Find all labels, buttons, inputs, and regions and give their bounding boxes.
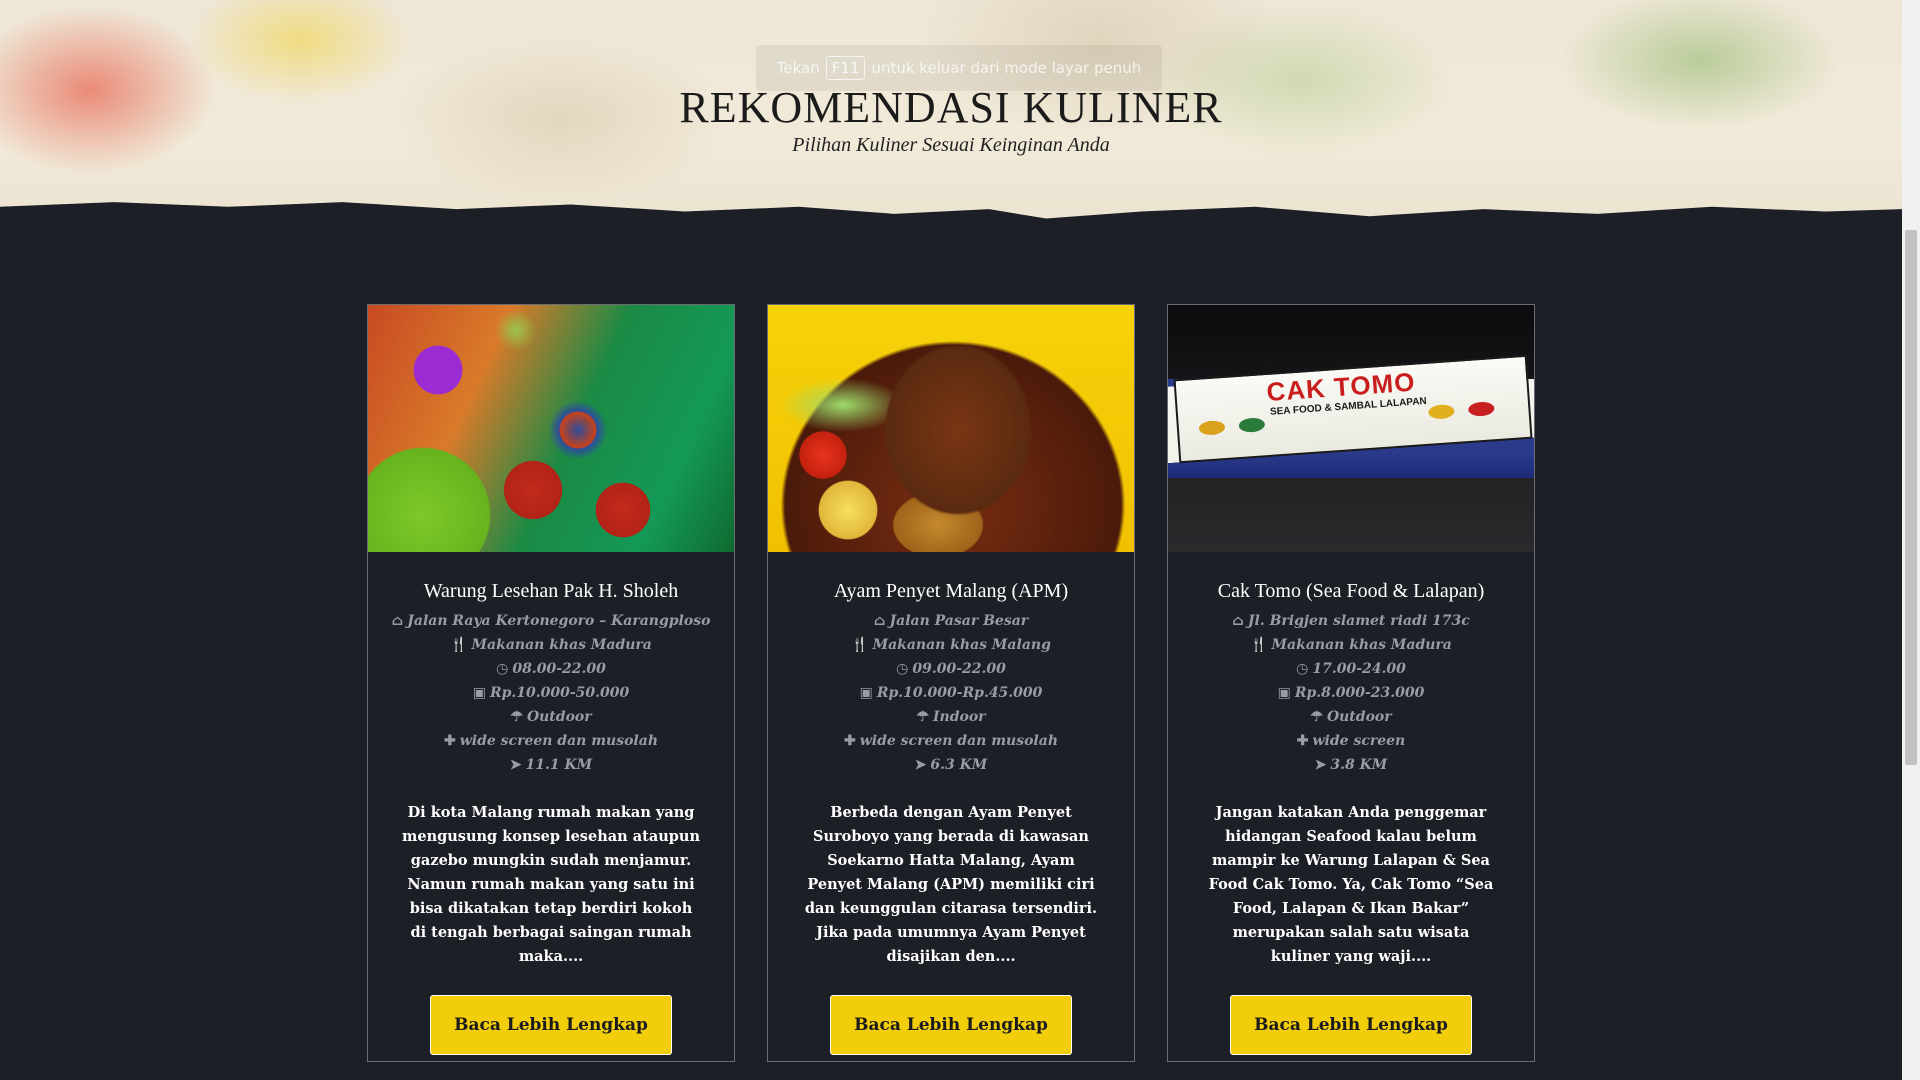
hours-line: ◷ 17.00-24.00: [1168, 657, 1534, 681]
distance-line: ➤ 3.8 KM: [1168, 753, 1534, 777]
facilities-line: ✚ wide screen: [1168, 729, 1534, 753]
money-icon: ▣: [859, 685, 873, 701]
seating-text: Outdoor: [1326, 709, 1392, 725]
address-line: ⌂ Jalan Raya Kertonegoro – Karangploso: [368, 609, 734, 633]
address-line: ⌂ Jalan Pasar Besar: [768, 609, 1134, 633]
distance-line: ➤ 11.1 KM: [368, 753, 734, 777]
hours-text: 08.00-22.00: [512, 661, 606, 677]
cuisine-line: 🍴 Makanan khas Madura: [1168, 633, 1534, 657]
seating-text: Outdoor: [526, 709, 592, 725]
fish-illustration: [1467, 401, 1495, 417]
distance-text: 3.8 KM: [1330, 757, 1388, 773]
price-line: ▣ Rp.10.000-50.000: [368, 681, 734, 705]
restaurant-card: CAK TOMO SEA FOOD & SAMBAL LALAPAN Cak T…: [1167, 304, 1535, 1062]
cutlery-icon: 🍴: [450, 637, 468, 653]
plus-icon: ✚: [443, 733, 456, 749]
distance-text: 6.3 KM: [930, 757, 988, 773]
fullscreen-hint-suffix: untuk keluar dari mode layar penuh: [871, 59, 1142, 77]
fish-illustration: [1427, 403, 1455, 420]
umbrella-icon: ☂: [916, 709, 929, 725]
cutlery-icon: 🍴: [851, 637, 869, 653]
cuisine-text: Makanan khas Malang: [872, 637, 1051, 653]
restaurant-description: Berbeda dengan Ayam Penyet Suroboyo yang…: [804, 804, 1098, 965]
read-more-button[interactable]: Baca Lebih Lengkap: [1230, 995, 1472, 1055]
umbrella-icon: ☂: [1310, 709, 1323, 725]
seating-text: Indoor: [932, 709, 986, 725]
price-text: Rp.10.000-Rp.45.000: [876, 685, 1043, 701]
price-text: Rp.8.000-23.000: [1294, 685, 1425, 701]
address-line: ⌂ Jl. Brigjen slamet riadi 173c: [1168, 609, 1534, 633]
hours-text: 09.00-22.00: [912, 661, 1006, 677]
restaurant-details: ⌂ Jl. Brigjen slamet riadi 173c 🍴 Makanan …: [1168, 609, 1534, 777]
fish-illustration: [1198, 419, 1226, 436]
price-line: ▣ Rp.8.000-23.000: [1168, 681, 1534, 705]
restaurant-description: Di kota Malang rumah makan yang mengusun…: [402, 804, 700, 965]
restaurant-title[interactable]: Cak Tomo (Sea Food & Lalapan): [1168, 580, 1534, 603]
address-text: Jalan Pasar Besar: [889, 613, 1029, 629]
restaurant-details: ⌂ Jalan Raya Kertonegoro – Karangploso 🍴 M…: [368, 609, 734, 777]
cuisine-line: 🍴 Makanan khas Madura: [368, 633, 734, 657]
seating-line: ☂ Outdoor: [1168, 705, 1534, 729]
location-arrow-icon: ➤: [1314, 757, 1327, 773]
read-more-button[interactable]: Baca Lebih Lengkap: [430, 995, 672, 1055]
cuisine-text: Makanan khas Madura: [471, 637, 652, 653]
price-line: ▣ Rp.10.000-Rp.45.000: [768, 681, 1134, 705]
distance-line: ➤ 6.3 KM: [768, 753, 1134, 777]
restaurant-title[interactable]: Ayam Penyet Malang (APM): [768, 580, 1134, 603]
section-subtitle: Pilihan Kuliner Sesuai Keinginan Anda: [792, 134, 1110, 156]
storefront-sign: CAK TOMO SEA FOOD & SAMBAL LALAPAN: [1173, 354, 1533, 464]
hours-line: ◷ 09.00-22.00: [768, 657, 1134, 681]
address-text: Jl. Brigjen slamet riadi 173c: [1247, 613, 1470, 629]
fish-illustration: [1238, 417, 1266, 433]
location-arrow-icon: ➤: [914, 757, 927, 773]
plus-icon: ✚: [1296, 733, 1309, 749]
restaurant-card: Ayam Penyet Malang (APM) ⌂ Jalan Pasar Be…: [767, 304, 1135, 1062]
hero-banner: Tekan F11 untuk keluar dari mode layar p…: [0, 0, 1902, 219]
page-scrollbar[interactable]: [1902, 0, 1920, 1080]
restaurant-card: Warung Lesehan Pak H. Sholeh ⌂ Jalan Raya…: [367, 304, 735, 1062]
hours-text: 17.00-24.00: [1312, 661, 1406, 677]
home-icon: ⌂: [873, 613, 886, 629]
restaurant-photo[interactable]: [768, 305, 1134, 552]
clock-icon: ◷: [896, 661, 909, 677]
restaurant-details: ⌂ Jalan Pasar Besar 🍴 Makanan khas Malang …: [768, 609, 1134, 777]
fullscreen-hint-key: F11: [825, 56, 866, 80]
umbrella-icon: ☂: [510, 709, 523, 725]
facilities-line: ✚ wide screen dan musolah: [368, 729, 734, 753]
facilities-line: ✚ wide screen dan musolah: [768, 729, 1134, 753]
clock-icon: ◷: [1296, 661, 1309, 677]
restaurant-photo[interactable]: [368, 305, 734, 552]
facilities-text: wide screen: [1312, 733, 1406, 749]
price-text: Rp.10.000-50.000: [489, 685, 630, 701]
cuisine-text: Makanan khas Madura: [1271, 637, 1452, 653]
plus-icon: ✚: [843, 733, 856, 749]
fullscreen-hint-prefix: Tekan: [776, 59, 820, 77]
distance-text: 11.1 KM: [525, 757, 593, 773]
money-icon: ▣: [1277, 685, 1291, 701]
restaurant-photo[interactable]: CAK TOMO SEA FOOD & SAMBAL LALAPAN: [1168, 305, 1534, 552]
read-more-button[interactable]: Baca Lebih Lengkap: [830, 995, 1072, 1055]
cuisine-line: 🍴 Makanan khas Malang: [768, 633, 1134, 657]
cutlery-icon: 🍴: [1250, 637, 1268, 653]
home-icon: ⌂: [1232, 613, 1244, 629]
address-text: Jalan Raya Kertonegoro – Karangploso: [407, 613, 711, 629]
restaurant-title[interactable]: Warung Lesehan Pak H. Sholeh: [368, 580, 734, 603]
facilities-text: wide screen dan musolah: [459, 733, 659, 749]
clock-icon: ◷: [496, 661, 509, 677]
location-arrow-icon: ➤: [509, 757, 522, 773]
scrollbar-thumb[interactable]: [1905, 230, 1917, 765]
home-icon: ⌂: [391, 613, 404, 629]
restaurant-description: Jangan katakan Anda penggemar hidangan S…: [1208, 804, 1494, 965]
facilities-text: wide screen dan musolah: [859, 733, 1059, 749]
money-icon: ▣: [472, 685, 486, 701]
section-title: REKOMENDASI KULINER: [679, 83, 1223, 132]
seating-line: ☂ Outdoor: [368, 705, 734, 729]
hours-line: ◷ 08.00-22.00: [368, 657, 734, 681]
seating-line: ☂ Indoor: [768, 705, 1134, 729]
